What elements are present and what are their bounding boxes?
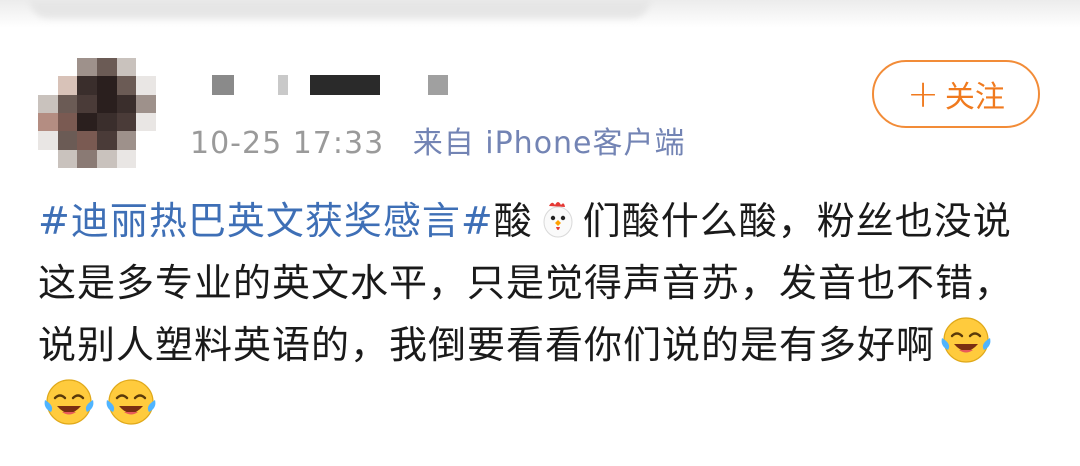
avatar-pixel [77,94,97,113]
avatar-pixel [136,76,156,95]
avatar-pixel [57,149,78,168]
avatar-pixel [116,149,137,168]
avatar-pixel [57,76,78,95]
post-content: #迪丽热巴英文获奖感言#酸 们酸什么酸，粉丝也没说这是多专业的英文水平，只是觉得… [38,190,1048,438]
avatar-pixel [116,58,137,77]
avatar-pixel [96,76,117,95]
avatar-pixel [116,113,137,132]
avatar[interactable] [38,58,156,168]
avatar-pixel [77,113,97,132]
redaction-block [428,75,448,95]
follow-label: 关注 [944,80,1005,115]
avatar-pixel [77,76,97,95]
avatar-pixel [136,94,156,113]
content-text-1: 酸 [493,199,533,243]
previous-post-edge [0,0,1080,28]
laughing-crying-icon [41,376,97,428]
avatar-pixel [57,94,78,113]
follow-button[interactable]: + 关注 [872,60,1040,128]
laughing-crying-icon [938,314,994,366]
redaction-gap [288,75,310,95]
avatar-pixel [57,131,78,150]
avatar-pixel [38,131,58,150]
redaction-gap [380,75,428,95]
avatar-pixel [96,94,117,113]
avatar-pixel [116,76,137,95]
hashtag-link[interactable]: #迪丽热巴英文获奖感言# [38,199,494,243]
avatar-pixel [136,58,156,77]
laughing-crying-icon [103,376,159,428]
avatar-pixel [96,58,117,77]
avatar-pixel [77,149,97,168]
avatar-pixel [116,94,137,113]
weibo-post: 10-25 17:33 来自 iPhone客户端 + 关注 #迪丽热巴英文获奖感… [0,0,1080,466]
avatar-pixel [77,131,97,150]
avatar-pixel [136,131,156,150]
avatar-pixel [57,58,78,77]
avatar-pixel [96,113,117,132]
avatar-pixel [38,58,58,77]
post-time: 10-25 17:33 [190,126,385,161]
redaction-gap [234,75,278,95]
avatar-pixel [96,149,117,168]
post-source: 来自 iPhone客户端 [412,126,686,161]
redaction-block [212,75,234,95]
avatar-pixel [38,113,58,132]
avatar-pixel [57,113,78,132]
avatar-pixel [38,94,58,113]
avatar-pixel [116,131,137,150]
plus-icon: + [907,72,939,116]
username-redacted[interactable] [212,74,448,96]
avatar-pixel [136,149,156,168]
avatar-pixel [96,131,117,150]
avatar-pixel [38,76,58,95]
redaction-block [278,75,288,95]
post-meta: 10-25 17:33 来自 iPhone客户端 [190,118,686,162]
redaction-block [310,75,380,95]
avatar-pixel [136,113,156,132]
avatar-pixel [77,58,97,77]
avatar-pixel [38,149,58,168]
chicken-icon [536,198,580,242]
